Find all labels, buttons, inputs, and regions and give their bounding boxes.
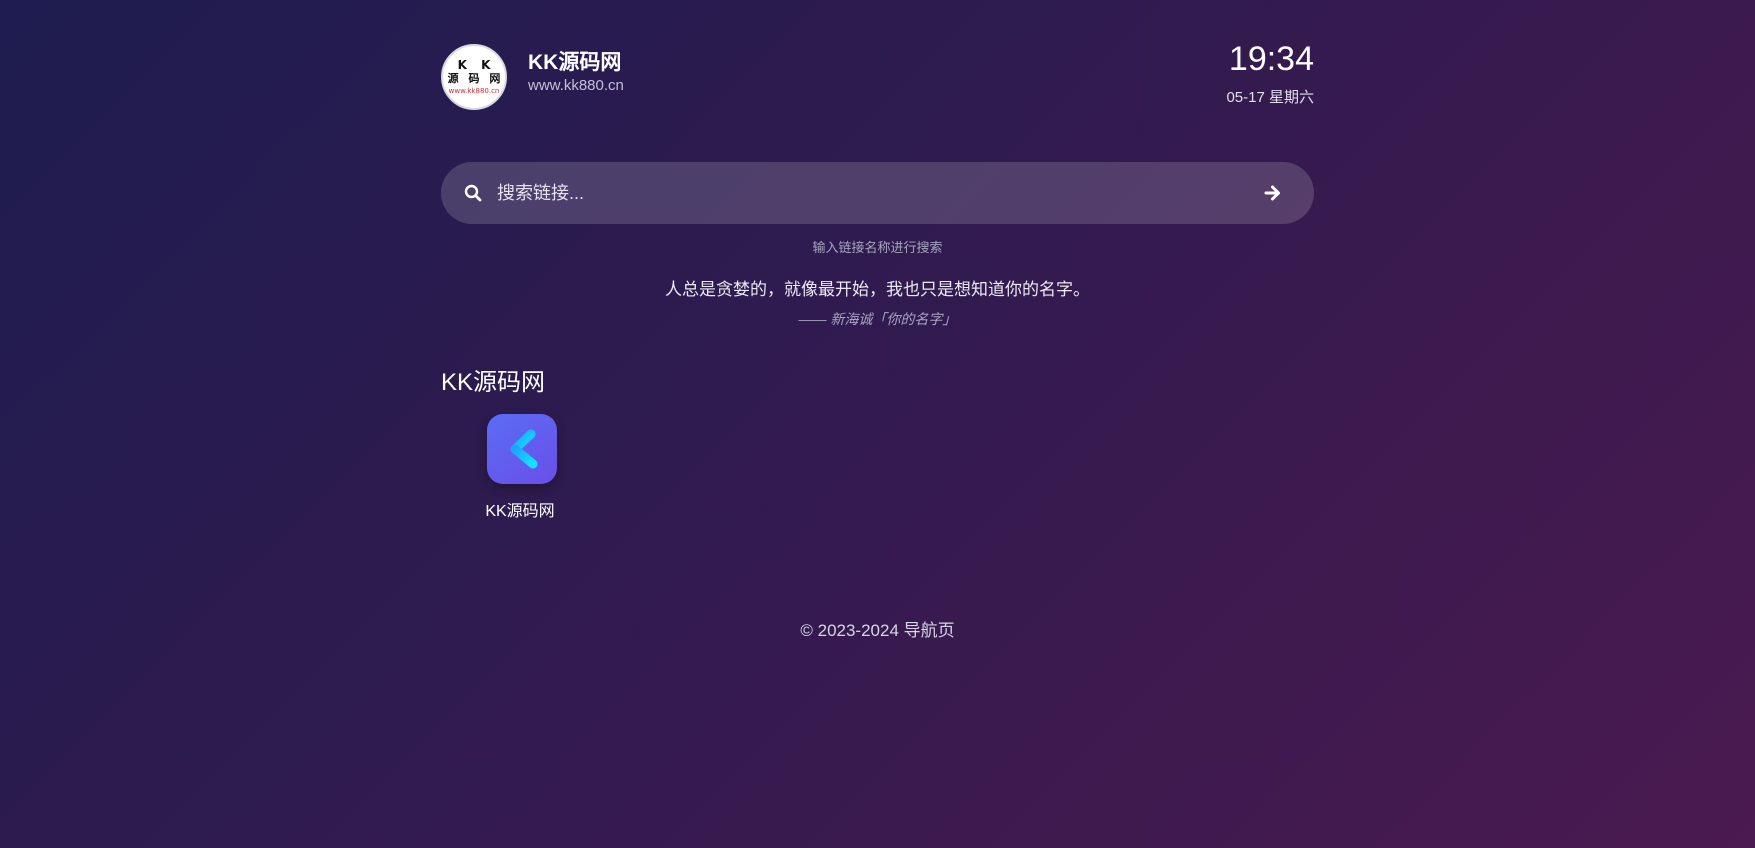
kk-app-icon <box>487 414 557 484</box>
search-icon <box>464 184 482 202</box>
logo-text-line3: www.kk880.cn <box>448 87 500 95</box>
quote-text: 人总是贪婪的，就像最开始，我也只是想知道你的名字。 <box>665 280 1090 299</box>
clock-time: 19:34 <box>1228 40 1314 78</box>
category-title: KK源码网 <box>441 369 546 396</box>
page-container: K K 源 码 网 www.kk880.cn KK源码网 www.kk880.c… <box>441 0 1314 848</box>
footer-copyright: © 2023-2024 导航页 <box>800 621 955 640</box>
search-bar <box>441 162 1314 224</box>
quote-source: —— 新海诚「你的名字」 <box>798 311 957 327</box>
search-input[interactable] <box>497 162 1197 224</box>
logo-text-line1: K K <box>457 58 496 72</box>
search-hint: 输入链接名称进行搜索 <box>812 240 943 255</box>
site-url: www.kk880.cn <box>528 77 624 94</box>
arrow-right-icon[interactable] <box>1262 182 1284 204</box>
clock-date: 05-17 星期六 <box>1226 89 1314 106</box>
site-name: KK源码网 <box>528 51 622 74</box>
link-card-kk[interactable]: KK源码网 <box>479 414 561 526</box>
site-logo[interactable]: K K 源 码 网 www.kk880.cn <box>441 44 507 110</box>
logo-text-line2: 源 码 网 <box>447 72 504 85</box>
header: K K 源 码 网 www.kk880.cn KK源码网 www.kk880.c… <box>441 40 1314 116</box>
link-label: KK源码网 <box>485 503 555 520</box>
